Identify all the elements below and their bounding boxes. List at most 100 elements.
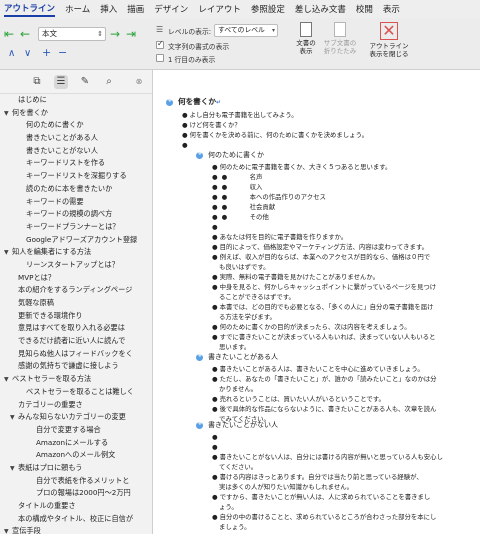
promote-icon[interactable]: ← [20, 28, 30, 40]
show-level-icon: ☰ [156, 25, 164, 34]
edit-doc-icon[interactable]: ✎ [78, 75, 92, 89]
outline-item[interactable]: キーワードプランナーとは？ [0, 221, 152, 234]
body-line: ● 何のために電子書籍を書くか、大きく５つあると思います。 [212, 163, 392, 171]
outline-item[interactable]: 見知らぬ他人はフィードバックをく [0, 348, 152, 361]
collapse-subdocuments-button[interactable]: サブ文書の 折りたたみ [322, 22, 358, 55]
tab-references[interactable]: 参照設定 [251, 3, 285, 15]
ribbon-outline-tools: ⇤ ← 本文 ⇕ → ⇥ ∧ ∨ + − ☰ レベルの表示: すべてのレベル ▾… [0, 18, 480, 70]
outline-item[interactable]: Amazonにメールする [0, 437, 152, 450]
outline-item[interactable]: 気軽な原稿 [0, 297, 152, 310]
outline-list-icon[interactable]: ☰ [54, 75, 68, 89]
tab-view[interactable]: 表示 [383, 3, 400, 15]
tab-draw[interactable]: 描画 [127, 3, 144, 15]
search-icon[interactable]: ⌕ [102, 75, 116, 89]
outline-item[interactable]: 更新できる環境作り [0, 310, 152, 323]
outline-item[interactable]: キーワードの需要 [0, 196, 152, 209]
navigation-toolbar: ⧉ ☰ ✎ ⌕ ⊗ [0, 70, 152, 94]
outline-item[interactable]: キーワードリストを深掘りする [0, 170, 152, 183]
body-line: ● よし自分も電子書籍を出してみよう。 [182, 111, 298, 119]
outline-item[interactable]: 自分で表紙を作るメリットと [0, 475, 152, 488]
thumbnails-icon[interactable]: ⧉ [30, 75, 44, 89]
outline-item[interactable]: ▼ 表紙はプロに頼もう [0, 462, 152, 475]
outline-item[interactable]: MVPとは？ [0, 272, 152, 285]
body-line: ● けど何を書くか？ [182, 121, 241, 129]
outline-item[interactable]: 本の紹介をするランディングページ [0, 284, 152, 297]
show-level-select[interactable]: すべてのレベル ▾ [214, 24, 278, 37]
outline-item[interactable]: プロの報場は2000円〜2万円 [0, 487, 152, 500]
outline-item[interactable]: Googleアドワーズアカウント登録 [0, 234, 152, 247]
disclosure-triangle-icon[interactable]: ▼ [10, 412, 18, 424]
body-text: けど何を書くか？ [189, 121, 241, 129]
promote-to-heading1-icon[interactable]: ⇤ [4, 28, 14, 40]
outline-item[interactable]: 本の構成やタイトル、校正に自信が [0, 513, 152, 526]
heading-no-topic: 書きたいことがない人 [208, 420, 278, 430]
outline-level-select[interactable]: 本文 ⇕ [38, 27, 106, 41]
heading-plus-icon[interactable] [196, 351, 203, 361]
first-line-only-checkbox[interactable] [156, 54, 164, 62]
body-text: 何のために書くかの目的が決まったら、次は内容を考えましょう。 [219, 323, 411, 331]
outline-item[interactable]: はじめに [0, 94, 152, 107]
outline-item[interactable]: 感謝の気持ちで謙虚に接しよう [0, 360, 152, 373]
outline-item[interactable]: ▼ 何を書くか [0, 107, 152, 120]
demote-to-body-icon[interactable]: ⇥ [126, 28, 136, 40]
disclosure-triangle-icon[interactable]: ▼ [4, 374, 12, 386]
navigation-outline-list: はじめに ▼ 何を書くか 何のために書くか書きたいことがある人 書きたいことがない人 キー… [0, 94, 152, 534]
outline-item[interactable]: キーワードリストを作る [0, 157, 152, 170]
text-format-checkbox[interactable] [156, 39, 164, 49]
body-text: 何を書くかを決める前に、何のために書くかを決めましょう。 [189, 131, 368, 139]
disclosure-triangle-icon[interactable]: ▼ [4, 108, 12, 120]
body-line: ● 後で具体的な作品にならないように、書きたいことがある人も、次章を読ん [212, 405, 437, 413]
demote-icon[interactable]: → [110, 28, 120, 40]
heading-plus-icon[interactable] [196, 149, 203, 159]
move-down-icon[interactable]: ∨ [24, 48, 31, 60]
outline-item[interactable]: カテゴリーの重要さ [0, 399, 152, 412]
outline-item[interactable]: ▼ 宣伝手段 [0, 525, 152, 534]
outline-item[interactable]: 自分で変更する場合 [0, 424, 152, 437]
outline-item-label: ベストセラーを取ることは難しく [26, 386, 134, 396]
purpose-item: ● ● 社会貢献 [212, 203, 276, 211]
outline-item-label: 自分で表紙を作るメリットと [36, 475, 130, 485]
tab-outline[interactable]: アウトライン [4, 2, 56, 17]
tab-design[interactable]: デザイン [154, 3, 188, 15]
move-up-icon[interactable]: ∧ [8, 48, 15, 60]
disclosure-triangle-icon[interactable]: ▼ [4, 526, 12, 534]
outline-item[interactable]: Amazonへのメール例文 [0, 449, 152, 462]
outline-item[interactable]: 意見はすべてを取り入れる必要は [0, 322, 152, 335]
show-document-button[interactable]: 文書の 表示 [292, 22, 320, 55]
tab-mailings[interactable]: 差し込み文書 [295, 3, 346, 15]
outline-item[interactable]: タイトルの重要さ [0, 500, 152, 513]
outline-item-label: Googleアドワーズアカウント登録 [26, 234, 138, 244]
tab-home[interactable]: ホーム [65, 3, 90, 15]
outline-item[interactable]: 何のために書くか [0, 119, 152, 132]
tab-insert[interactable]: 挿入 [100, 3, 117, 15]
close-pane-icon[interactable]: ⊗ [132, 75, 146, 89]
tab-layout[interactable]: レイアウト [198, 3, 241, 15]
disclosure-triangle-icon[interactable]: ▼ [10, 463, 18, 475]
outline-item-label: ベストセラーを取る方法 [12, 374, 92, 384]
body-text: 本書では、どの目的でも必要となる、「多くの人に」自分の電子書籍を届け [219, 303, 434, 311]
heading-plus-icon[interactable] [196, 419, 203, 429]
heading-text: 書きたいことがない人 [208, 421, 278, 429]
heading-plus-icon[interactable] [166, 96, 173, 106]
outline-item[interactable]: 書きたいことがある人 [0, 132, 152, 145]
outline-item-label: 本の構成やタイトル、校正に自信が [18, 513, 134, 523]
outline-item[interactable]: 書きたいことがない人 [0, 145, 152, 158]
document-area[interactable]: 何を書くか↵ ● よし自分も電子書籍を出してみよう。 ● けど何を書くか？ ● … [154, 70, 480, 534]
disclosure-triangle-icon[interactable]: ▼ [4, 247, 12, 259]
outline-item[interactable]: リーンスタートアップとは？ [0, 259, 152, 272]
outline-item[interactable]: ▼ 知人を編集者にする方法 [0, 246, 152, 259]
collapse-icon[interactable]: − [58, 47, 67, 59]
tab-review[interactable]: 校閲 [356, 3, 373, 15]
outline-item-label: Amazonにメールする [36, 437, 109, 447]
expand-icon[interactable]: + [42, 47, 51, 59]
word-window: アウトライン ホーム 挿入 描画 デザイン レイアウト 参照設定 差し込み文書 … [0, 0, 480, 534]
outline-item[interactable]: ▼ ベストセラーを取る方法 [0, 373, 152, 386]
outline-item[interactable]: ベストセラーを取ることは難しく [0, 386, 152, 399]
outline-item[interactable]: キーワードの規模の調べ方 [0, 208, 152, 221]
close-outline-view-button[interactable]: ✕ アウトライン 表示を閉じる [366, 22, 412, 58]
outline-item[interactable]: ▼ みんな知らないカテゴリーの変更 [0, 411, 152, 424]
outline-item[interactable]: できるだけ読者に近い人に読んで [0, 335, 152, 348]
outline-item-label: 何のために書くか [26, 120, 84, 130]
close-icon: ✕ [380, 22, 398, 40]
outline-item[interactable]: 読のために本を書きたいか [0, 183, 152, 196]
